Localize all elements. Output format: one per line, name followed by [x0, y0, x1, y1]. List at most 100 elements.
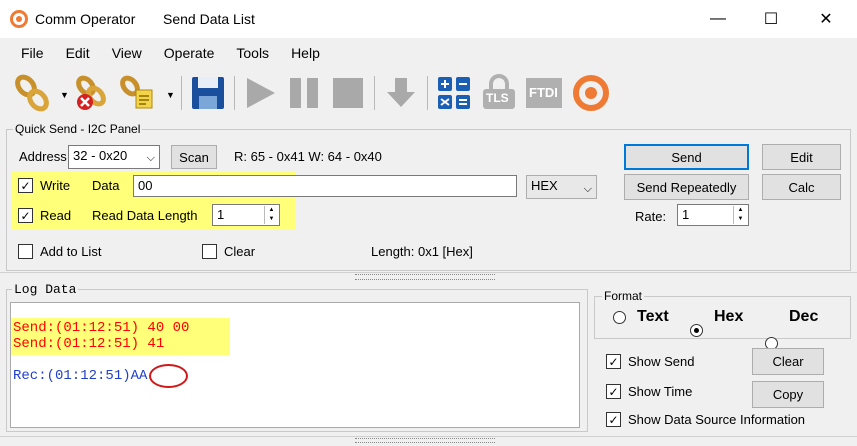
show-time-checkbox[interactable]: ✓ [606, 384, 621, 399]
stop-icon [333, 78, 363, 108]
connection-settings-icon [120, 75, 153, 109]
maximize-icon: ☐ [763, 11, 779, 28]
save-icon [192, 77, 224, 109]
toolbar: ▼ ▼ TLS FTDI [0, 68, 857, 118]
save-button[interactable] [189, 74, 227, 112]
connect-icon [15, 74, 49, 112]
disconnect-button[interactable] [72, 74, 110, 112]
address-select[interactable]: 32 - 0x20 ⌵ [68, 145, 160, 169]
check-icon: ✓ [608, 412, 619, 427]
menu-file[interactable]: File [10, 45, 55, 61]
show-source-checkbox[interactable]: ✓ [606, 412, 621, 427]
chevron-down-icon: ⌵ [146, 152, 155, 164]
check-icon: ✓ [608, 384, 619, 399]
toolbar-separator [234, 76, 235, 110]
scan-button[interactable]: Scan [171, 145, 217, 169]
stop-button [330, 74, 368, 112]
show-send-label: Show Send [628, 354, 695, 369]
length-info: Length: 0x1 [Hex] [371, 244, 473, 259]
pause-icon [290, 78, 318, 108]
connect-dropdown-icon[interactable]: ▼ [60, 90, 69, 100]
check-icon: ✓ [20, 208, 31, 223]
send-repeatedly-button[interactable]: Send Repeatedly [624, 174, 749, 200]
format-select[interactable]: HEX ⌵ [526, 175, 597, 199]
show-source-label: Show Data Source Information [628, 412, 806, 427]
menu-help[interactable]: Help [280, 45, 331, 61]
add-to-list-label: Add to List [40, 244, 102, 259]
logo-button[interactable] [572, 74, 610, 112]
data-value: 00 [138, 178, 153, 193]
log-line-receive: Rec:(01:12:51)AA [13, 368, 147, 384]
arrow-down-icon: ▼ [268, 216, 275, 222]
clear-log-button[interactable]: Clear [752, 348, 824, 375]
download-button [382, 74, 420, 112]
connect-button[interactable] [14, 74, 52, 112]
send-button[interactable]: Send [624, 144, 749, 170]
data-label: Data [92, 178, 120, 193]
read-label: Read [40, 208, 72, 223]
tls-label: TLS [486, 91, 509, 105]
copy-log-button[interactable]: Copy [752, 381, 824, 408]
calculator-icon [438, 77, 470, 109]
show-send-checkbox[interactable]: ✓ [606, 354, 621, 369]
toolbar-separator [427, 76, 428, 110]
window-title-app: Comm Operator [35, 11, 136, 27]
read-length-value: 1 [217, 207, 225, 222]
menu-edit[interactable]: Edit [55, 45, 101, 61]
log-line-send-2: Send:(01:12:51) 41 [13, 336, 165, 352]
calculator-button[interactable] [435, 74, 473, 112]
title-bar: Comm Operator Send Data List — ☐ ✕ [0, 0, 857, 38]
splitter-grip[interactable] [355, 274, 495, 280]
ftdi-label: FTDI [529, 85, 558, 100]
close-icon: ✕ [819, 11, 833, 28]
stepper-arrows[interactable]: ▲ ▼ [733, 206, 747, 224]
window-title-document: Send Data List [163, 11, 255, 27]
settings-dropdown-icon[interactable]: ▼ [166, 90, 175, 100]
disconnect-icon [76, 75, 106, 110]
address-value: 32 - 0x20 [73, 148, 128, 163]
bottom-splitter-grip[interactable] [355, 438, 495, 443]
arrow-up-icon: ▲ [737, 207, 744, 213]
format-dec-label: Dec [789, 308, 819, 325]
download-icon [387, 78, 415, 107]
write-checkbox[interactable]: ✓ [18, 178, 33, 193]
rate-stepper[interactable]: 1 ▲ ▼ [677, 204, 749, 226]
format-radio-text[interactable] [613, 311, 626, 324]
app-logo-icon [10, 10, 28, 28]
check-icon: ✓ [608, 354, 619, 369]
read-checkbox[interactable]: ✓ [18, 208, 33, 223]
read-length-stepper[interactable]: 1 ▲ ▼ [212, 204, 280, 226]
add-to-list-checkbox[interactable] [18, 244, 33, 259]
toolbar-separator [374, 76, 375, 110]
connection-settings-button[interactable] [118, 74, 156, 112]
format-hex-label: Hex [714, 308, 744, 325]
rw-address-info: R: 65 - 0x41 W: 64 - 0x40 [234, 149, 382, 164]
data-input[interactable]: 00 [133, 175, 517, 197]
minimize-button[interactable]: — [695, 0, 741, 38]
log-data-title: Log Data [12, 282, 79, 297]
play-button [241, 74, 279, 112]
log-receive-prefix: Rec:(01:12:51) [13, 368, 131, 384]
edit-button[interactable]: Edit [762, 144, 841, 170]
tls-button: TLS [480, 74, 518, 112]
minimize-icon: — [710, 10, 726, 27]
close-button[interactable]: ✕ [803, 0, 849, 38]
toolbar-separator [181, 76, 182, 110]
read-length-label: Read Data Length [92, 208, 198, 223]
menu-operate[interactable]: Operate [153, 45, 226, 61]
calc-button[interactable]: Calc [762, 174, 841, 200]
menu-view[interactable]: View [101, 45, 153, 61]
arrow-up-icon: ▲ [268, 207, 275, 213]
play-icon [247, 78, 275, 108]
format-text-label: Text [637, 308, 669, 325]
log-receive-value: AA [130, 368, 148, 384]
address-label: Address [19, 149, 67, 164]
stepper-arrows[interactable]: ▲ ▼ [264, 206, 278, 224]
menu-tools[interactable]: Tools [225, 45, 280, 61]
format-radio-hex[interactable] [690, 324, 703, 337]
maximize-button[interactable]: ☐ [748, 0, 794, 38]
format-title: Format [602, 289, 645, 303]
annotation-circle [149, 364, 188, 388]
write-label: Write [40, 178, 71, 193]
clear-checkbox[interactable] [202, 244, 217, 259]
